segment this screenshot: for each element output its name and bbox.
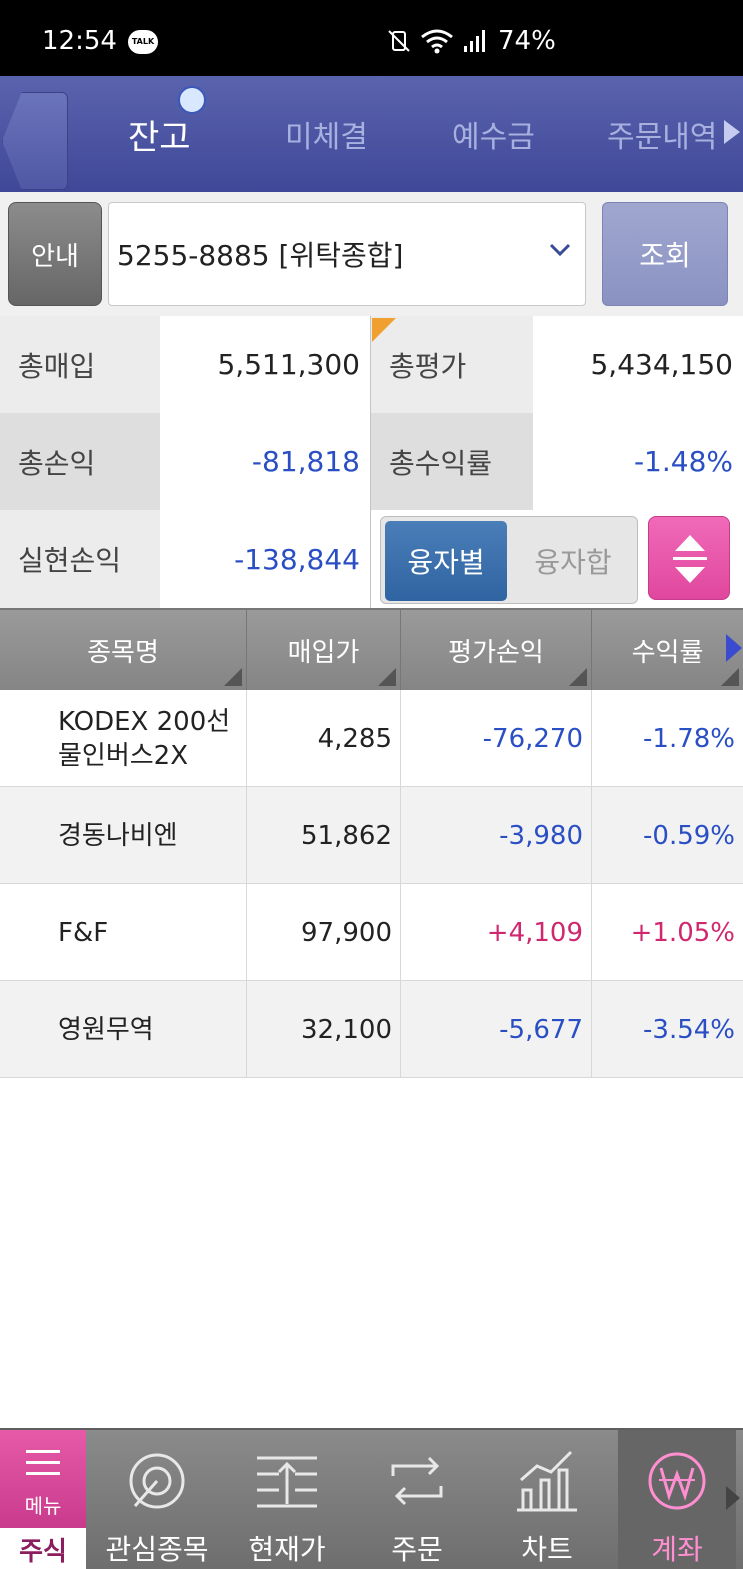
- toggle-loan-sum[interactable]: 융자합: [511, 521, 635, 601]
- menu-label: 메뉴: [24, 1494, 62, 1518]
- kakaotalk-icon: TALK: [128, 30, 158, 54]
- account-select-value: 5255-8885 [위탁종합]: [117, 239, 404, 272]
- table-row[interactable]: F&F 97,900 +4,109 +1.05%: [0, 884, 743, 981]
- chevron-down-icon: [549, 243, 571, 257]
- total-eval-value: 5,434,150: [533, 316, 743, 413]
- col-return-rate[interactable]: 수익률: [592, 610, 743, 690]
- row-return-rate: -0.59%: [643, 820, 735, 851]
- summary-panel: 총매입 5,511,300 총평가 5,434,150 총손익 -81,818 …: [0, 316, 743, 608]
- chart-icon: [517, 1450, 577, 1512]
- nav-scroll-right-icon[interactable]: [726, 1486, 740, 1510]
- realized-pl-value: -138,844: [160, 510, 370, 608]
- col-purchase-price-label: 매입가: [287, 637, 360, 668]
- tab-order-history[interactable]: 주문내역: [607, 112, 717, 156]
- bottom-nav: 메뉴 주식 관심종목 현재가 주문 차트 계좌: [0, 1428, 743, 1569]
- total-return-value: -1.48%: [533, 413, 743, 510]
- tab-scroll-right-icon[interactable]: [724, 120, 740, 144]
- account-select[interactable]: 5255-8885 [위탁종합]: [108, 202, 586, 306]
- refresh-badge-icon[interactable]: [178, 86, 206, 114]
- total-pl-value: -81,818: [160, 413, 370, 510]
- tab-balance[interactable]: 잔고: [128, 110, 191, 159]
- expand-collapse-button[interactable]: [648, 516, 730, 600]
- table-row[interactable]: 영원무역 32,100 -5,677 -3.54%: [0, 981, 743, 1078]
- app-root: 12:54 TALK 74% 잔고 미체결 예수금 주문내역 안내 5255-8…: [0, 0, 743, 1569]
- table-row[interactable]: KODEX 200선물인버스2X 4,285 -76,270 -1.78%: [0, 690, 743, 787]
- row-return-rate: -1.78%: [643, 723, 735, 754]
- tab-unfilled[interactable]: 미체결: [285, 112, 368, 156]
- account-row: 안내 5255-8885 [위탁종합] 조회: [0, 192, 743, 316]
- columns-scroll-right-icon[interactable]: [726, 634, 742, 662]
- tab-deposit[interactable]: 예수금: [452, 112, 535, 156]
- status-bar: 12:54 TALK 74%: [0, 0, 743, 76]
- total-purchase-label: 총매입: [0, 316, 160, 413]
- row-return-rate: -3.54%: [643, 1014, 735, 1045]
- row-stock-name: 경동나비엔: [0, 787, 247, 884]
- row-purchase-price: 97,900: [247, 884, 401, 981]
- row-eval-pl: -3,980: [401, 787, 592, 884]
- target-icon: [129, 1453, 185, 1509]
- battery-percent: 74%: [498, 26, 556, 56]
- nav-chart-label: 차트: [521, 1533, 573, 1566]
- row-eval-pl: -76,270: [401, 690, 592, 787]
- loan-toggle: 융자별 융자합: [380, 516, 638, 604]
- sort-corner-icon: [721, 668, 739, 686]
- memo-corner-icon: [372, 318, 396, 342]
- query-button[interactable]: 조회: [602, 202, 728, 306]
- col-stock-name[interactable]: 종목명: [0, 610, 247, 690]
- row-return-rate: +1.05%: [630, 917, 735, 948]
- wifi-icon: [421, 29, 453, 54]
- nav-account[interactable]: 계좌: [618, 1430, 736, 1569]
- nav-order[interactable]: 주문: [352, 1430, 482, 1569]
- sort-corner-icon: [569, 668, 587, 686]
- nav-order-label: 주문: [391, 1533, 443, 1566]
- row-stock-name: 영원무역: [0, 981, 247, 1078]
- top-tab-bar: 잔고 미체결 예수금 주문내역: [0, 76, 743, 192]
- col-stock-name-label: 종목명: [87, 637, 159, 668]
- col-eval-pl[interactable]: 평가손익: [401, 610, 592, 690]
- realized-pl-label: 실현손익: [0, 510, 160, 608]
- section-label: 주식: [0, 1528, 86, 1569]
- row-purchase-price: 4,285: [247, 690, 401, 787]
- menu-button-top: 메뉴: [0, 1430, 86, 1528]
- mute-vibrate-icon: [388, 30, 410, 52]
- table-row[interactable]: 경동나비엔 51,862 -3,980 -0.59%: [0, 787, 743, 884]
- status-icons: [386, 28, 488, 54]
- row-eval-pl: -5,677: [401, 981, 592, 1078]
- back-arrow-icon: [2, 92, 68, 190]
- sort-corner-icon: [378, 668, 396, 686]
- total-pl-label: 총손익: [0, 413, 160, 510]
- col-return-rate-label: 수익률: [631, 637, 704, 668]
- status-time: 12:54: [42, 26, 117, 56]
- row-stock-name: F&F: [0, 884, 247, 981]
- price-icon: [257, 1456, 317, 1508]
- row-stock-name: KODEX 200선물인버스2X: [0, 690, 247, 787]
- holdings-table-header: 종목명 매입가 평가손익 수익률: [0, 608, 743, 690]
- nav-watchlist[interactable]: 관심종목: [92, 1430, 222, 1569]
- toggle-by-loan[interactable]: 융자별: [385, 521, 507, 601]
- signal-icon: [464, 30, 485, 52]
- nav-current-price[interactable]: 현재가: [222, 1430, 352, 1569]
- nav-chart[interactable]: 차트: [482, 1430, 612, 1569]
- total-return-label: 총수익률: [371, 413, 533, 510]
- row-eval-pl: +4,109: [401, 884, 592, 981]
- total-purchase-value: 5,511,300: [160, 316, 370, 413]
- exchange-icon: [391, 1456, 443, 1506]
- up-down-arrows-icon: [673, 535, 707, 583]
- row-purchase-price: 51,862: [247, 787, 401, 884]
- menu-button[interactable]: 메뉴 주식: [0, 1430, 86, 1569]
- col-purchase-price[interactable]: 매입가: [247, 610, 401, 690]
- nav-watchlist-label: 관심종목: [105, 1533, 209, 1566]
- back-button[interactable]: [0, 84, 74, 192]
- won-icon: [648, 1452, 706, 1510]
- guide-button[interactable]: 안내: [8, 202, 102, 306]
- col-eval-pl-label: 평가손익: [448, 637, 544, 668]
- nav-account-label: 계좌: [651, 1533, 703, 1566]
- nav-current-price-label: 현재가: [248, 1533, 326, 1566]
- row-purchase-price: 32,100: [247, 981, 401, 1078]
- summary-divider: [370, 316, 371, 608]
- sort-corner-icon: [224, 668, 242, 686]
- hamburger-icon: [26, 1450, 60, 1475]
